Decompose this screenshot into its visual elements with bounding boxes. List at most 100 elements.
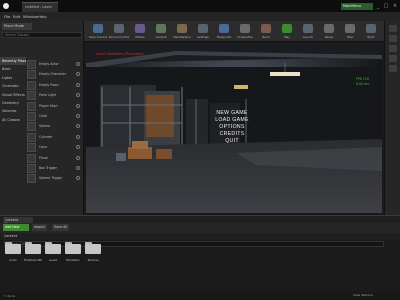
folder-label: Textures bbox=[87, 258, 99, 262]
asset-radio-icon[interactable] bbox=[76, 176, 80, 181]
content-browser-header: Content Browser bbox=[0, 215, 400, 226]
folder-item[interactable]: MainMenu bbox=[64, 242, 82, 266]
menu-options[interactable]: OPTIONS bbox=[190, 124, 274, 131]
asset-item[interactable]: Player Start bbox=[26, 101, 83, 111]
menu-new-game[interactable]: NEW GAME bbox=[190, 110, 274, 117]
asset-radio-icon[interactable] bbox=[76, 62, 80, 66]
asset-item[interactable]: Cube bbox=[26, 111, 83, 121]
asset-label: Sphere Trigger bbox=[39, 176, 63, 181]
toolbar-button-eject[interactable]: Eject bbox=[359, 23, 383, 41]
asset-radio-icon[interactable] bbox=[76, 165, 80, 170]
details-icon[interactable] bbox=[389, 35, 397, 42]
breadcrumb-content[interactable]: Content bbox=[4, 234, 17, 238]
level-tab[interactable]: Untitled - Level bbox=[22, 2, 58, 12]
category-all-classes[interactable]: All Classes bbox=[0, 116, 26, 124]
asset-item[interactable]: Sphere bbox=[26, 121, 83, 132]
status-bar: 5 items View Options bbox=[0, 292, 400, 300]
category-geometry[interactable]: Geometry bbox=[0, 99, 26, 107]
asset-radio-icon[interactable] bbox=[76, 113, 80, 118]
asset-radio-icon[interactable] bbox=[76, 103, 80, 108]
category-volumes[interactable]: Volumes bbox=[0, 107, 26, 115]
asset-radio-icon[interactable] bbox=[76, 155, 80, 160]
import-button[interactable]: Import bbox=[32, 224, 47, 231]
minimize-button[interactable]: _ bbox=[374, 2, 382, 10]
asset-item[interactable]: Point Light bbox=[26, 90, 83, 101]
menu-credits[interactable]: CREDITS bbox=[190, 131, 274, 138]
stop-icon bbox=[345, 24, 355, 33]
filter-icon[interactable] bbox=[389, 45, 397, 52]
asset-thumbnail-icon bbox=[27, 60, 36, 69]
lock-icon[interactable] bbox=[389, 65, 397, 72]
asset-radio-icon[interactable] bbox=[76, 145, 80, 150]
level-viewport[interactable]: Level: MainMenu (Persistent) FPS 120 0.0… bbox=[86, 43, 382, 213]
source-control-icon bbox=[114, 24, 124, 33]
menu-edit[interactable]: Edit bbox=[13, 14, 20, 19]
class-search-input[interactable]: Search Classes bbox=[2, 32, 82, 38]
asset-thumbnail-icon bbox=[27, 174, 36, 184]
modes-tab[interactable]: Place Mode bbox=[2, 23, 32, 30]
menu-file[interactable]: File bbox=[4, 14, 10, 19]
asset-item[interactable]: Sphere Trigger bbox=[26, 173, 83, 184]
add-new-button[interactable]: Add New bbox=[3, 224, 29, 231]
asset-item[interactable]: Cone bbox=[26, 142, 83, 153]
asset-thumbnail-icon bbox=[27, 163, 36, 173]
play-icon bbox=[282, 24, 292, 33]
asset-label: Empty Actor bbox=[39, 62, 59, 66]
marketplace-icon bbox=[177, 24, 187, 33]
content-icon bbox=[156, 24, 166, 33]
main-menu-overlay: NEW GAME LOAD GAME OPTIONS CREDITS QUIT bbox=[190, 110, 274, 145]
modes-panel: Place Mode Search Classes Recently Place… bbox=[0, 21, 84, 215]
asset-label: Player Start bbox=[39, 103, 58, 108]
folder-item[interactable]: Textures bbox=[84, 242, 102, 266]
category-cinematic[interactable]: Cinematic bbox=[0, 82, 26, 90]
asset-item[interactable]: Empty Pawn bbox=[26, 80, 83, 90]
maximize-button[interactable]: □ bbox=[382, 2, 390, 10]
item-count: 5 items bbox=[4, 294, 16, 298]
asset-label: Cylinder bbox=[39, 134, 53, 139]
category-visual-effects[interactable]: Visual Effects bbox=[0, 91, 26, 99]
close-button[interactable]: × bbox=[391, 2, 399, 10]
folder-icon bbox=[5, 242, 21, 254]
asset-radio-icon[interactable] bbox=[76, 124, 80, 129]
asset-item[interactable]: Empty Actor bbox=[26, 59, 83, 69]
menu-window[interactable]: Window bbox=[23, 14, 38, 19]
category-basic[interactable]: Basic bbox=[0, 65, 26, 73]
world-outliner-icon[interactable] bbox=[389, 25, 397, 32]
category-lights[interactable]: Lights bbox=[0, 74, 26, 82]
asset-item[interactable]: Box Trigger bbox=[26, 163, 83, 173]
view-options-button[interactable]: View Options bbox=[353, 293, 373, 297]
category-recently-placed[interactable]: Recently Placed bbox=[0, 57, 26, 66]
eject-icon bbox=[366, 24, 376, 33]
asset-label: Cube bbox=[39, 113, 48, 118]
fps-stat: FPS 120 bbox=[356, 77, 369, 81]
asset-label: Point Light bbox=[39, 93, 56, 98]
stat-readout: FPS 120 0.00 ms bbox=[356, 77, 369, 86]
asset-thumbnail-icon bbox=[27, 143, 36, 153]
asset-radio-icon[interactable] bbox=[76, 93, 80, 98]
eye-icon[interactable] bbox=[389, 55, 397, 62]
menu-load-game[interactable]: LOAD GAME bbox=[190, 117, 274, 124]
asset-radio-icon[interactable] bbox=[76, 72, 80, 77]
asset-item[interactable]: Empty Character bbox=[26, 69, 83, 80]
folder-icon bbox=[65, 242, 81, 254]
folder-icon bbox=[45, 242, 61, 254]
blueprints-icon bbox=[219, 24, 229, 33]
menu-help[interactable]: Help bbox=[38, 14, 47, 19]
title-bar: Untitled - Level MainMenu _ □ × bbox=[0, 0, 400, 12]
build-icon bbox=[261, 24, 271, 33]
menu-quit[interactable]: QUIT bbox=[190, 138, 274, 145]
asset-thumbnail-icon bbox=[27, 70, 36, 80]
project-name-badge: MainMenu bbox=[341, 3, 373, 10]
save-all-button[interactable]: Save All bbox=[52, 224, 70, 231]
folder-item[interactable]: Audio bbox=[4, 242, 22, 266]
asset-radio-icon[interactable] bbox=[76, 134, 80, 139]
folder-item[interactable]: Levels bbox=[44, 242, 62, 266]
asset-item[interactable]: Cylinder bbox=[26, 132, 83, 142]
asset-label: Empty Character bbox=[39, 72, 67, 77]
unreal-logo-icon[interactable] bbox=[3, 3, 9, 9]
asset-thumbnail-icon bbox=[27, 153, 36, 163]
asset-item[interactable]: Plane bbox=[26, 153, 83, 163]
folder-item[interactable]: FirstPersonBP bbox=[24, 242, 42, 266]
content-browser-toolbar: Add New Import Save All bbox=[0, 223, 400, 233]
asset-radio-icon[interactable] bbox=[76, 82, 80, 87]
